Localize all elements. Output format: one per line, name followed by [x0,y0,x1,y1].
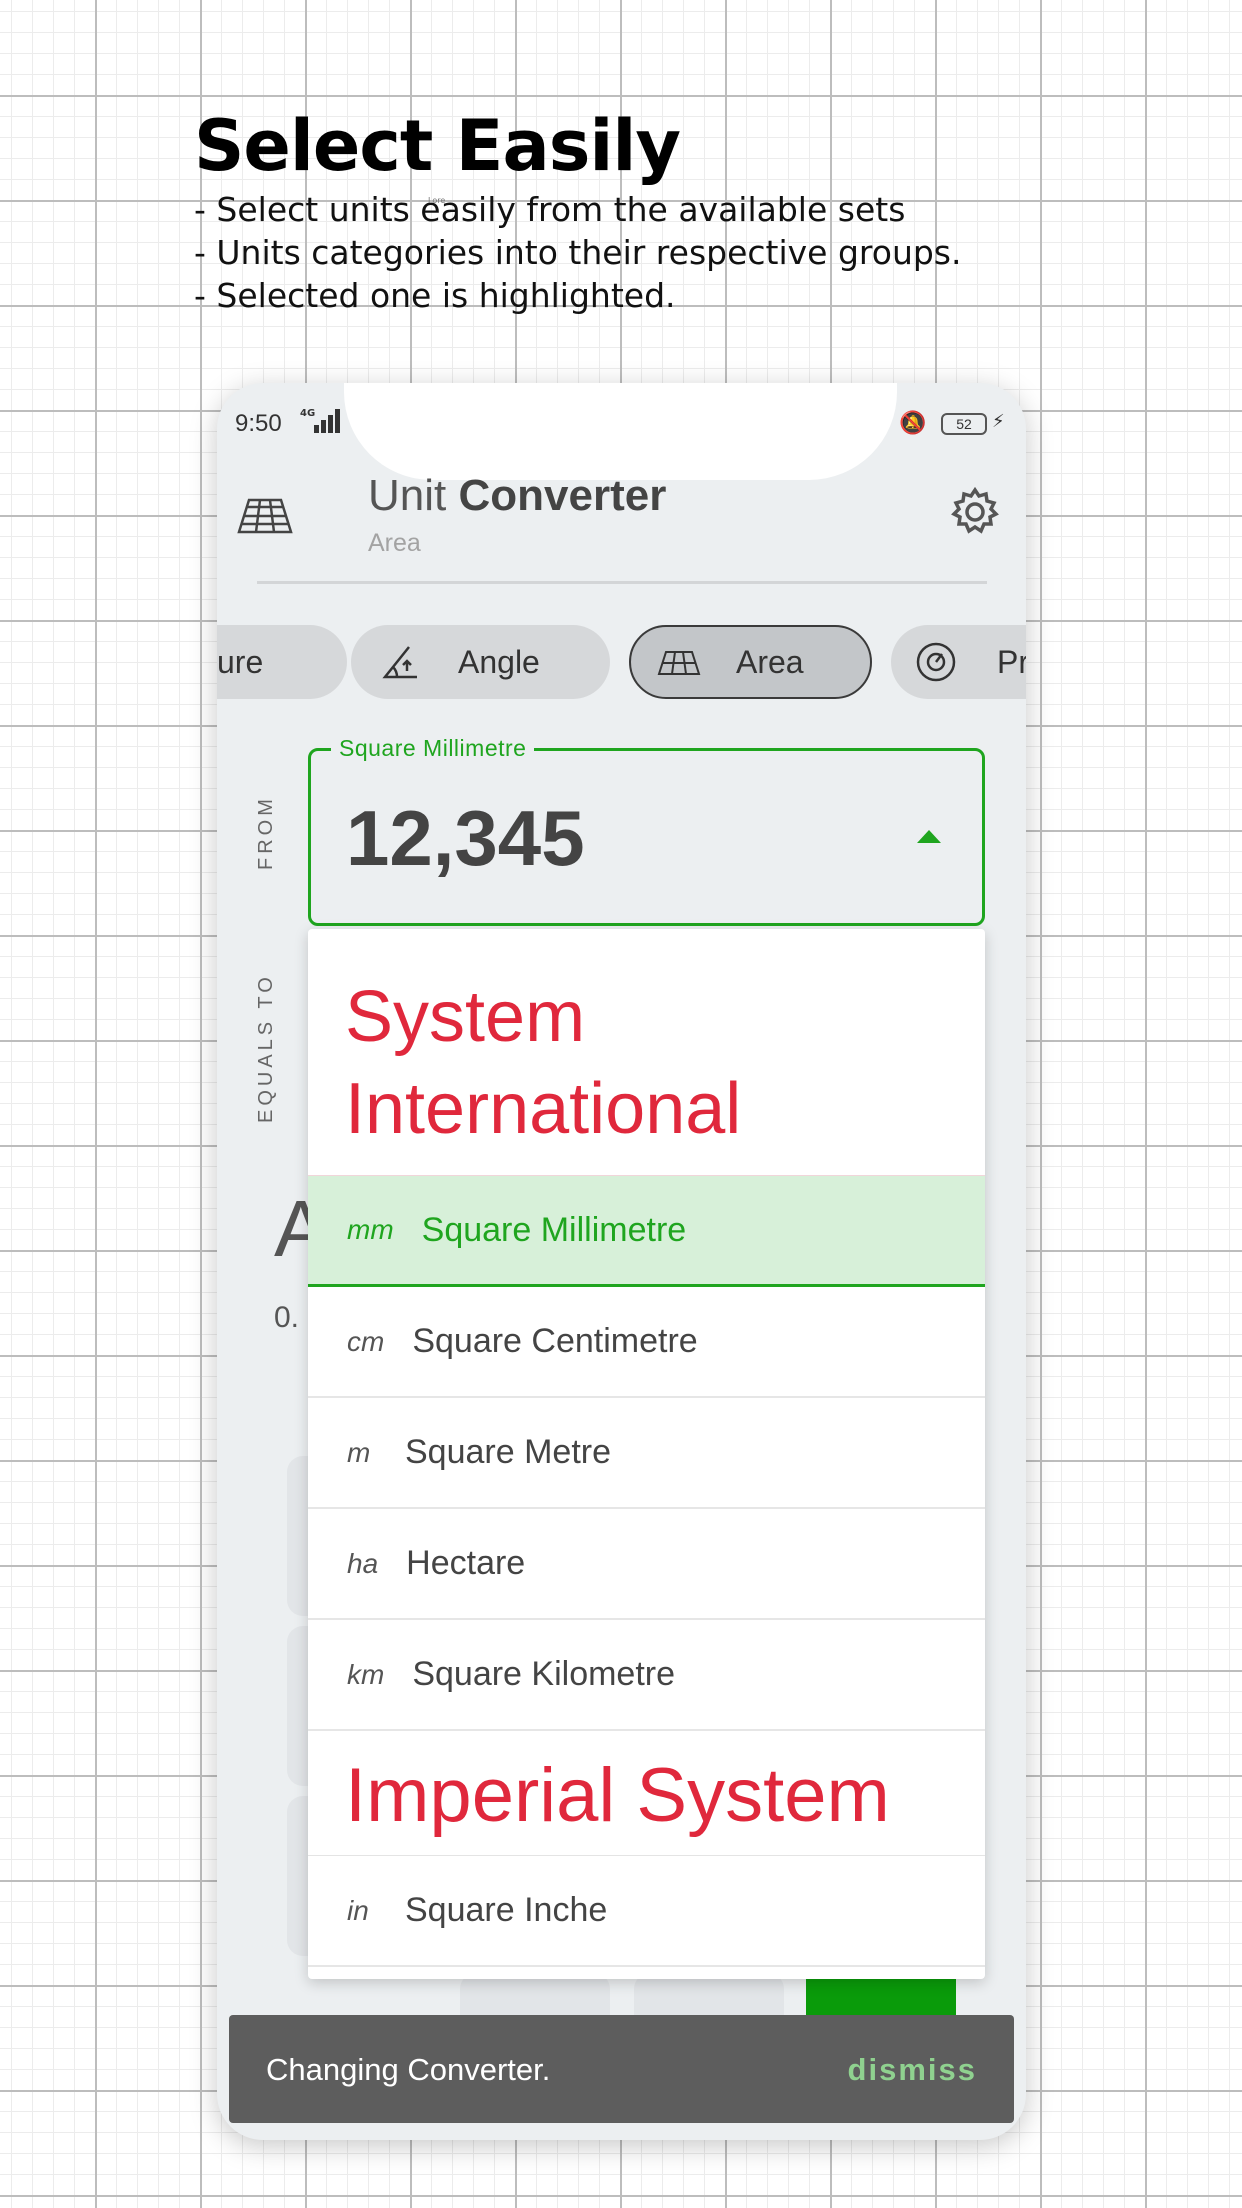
category-chip-area[interactable]: Area [629,625,872,699]
header-divider [257,581,987,584]
status-time: 9:50 [235,410,282,437]
unit-name: Square Inche [405,1891,608,1929]
unit-abbr: m [347,1436,371,1468]
app-title-light: Unit [368,471,459,520]
camera-notch [344,383,897,480]
angle-icon [382,646,417,679]
unit-option-hectare[interactable]: ha Hectare [308,1509,985,1620]
result-value: 0. [274,1301,300,1334]
from-value-field[interactable]: Square Millimetre 12,345 [308,735,985,926]
app-title: Unit Converter [368,471,666,521]
category-chip-temperature[interactable]: ure [217,625,347,699]
snackbar: Changing Converter. dismiss [229,2015,1014,2123]
promo-line-3: - Selected one is highlighted. [194,276,676,315]
area-grid-icon [237,498,293,534]
battery-icon: 52 [941,413,987,435]
equals-to-label: EQUALS TO [255,973,277,1123]
unit-name: Square Millimetre [421,1210,687,1249]
unit-abbr: ha [347,1547,379,1579]
unit-option-square-kilometre[interactable]: km Square Kilometre [308,1620,985,1731]
app-title-bold: Converter [458,471,667,520]
unit-abbr: mm [347,1214,394,1245]
category-chip-label: ure [217,643,264,680]
signal-icon [312,409,342,433]
from-value: 12,345 [346,794,585,882]
dismiss-button[interactable]: dismiss [848,2052,977,2088]
unit-option-square-inch[interactable]: in Square Inche [308,1856,985,1967]
unit-dropdown: System International mm Square Millimetr… [308,929,985,1979]
caret-up-icon[interactable] [917,830,941,843]
app-subtitle: Area [368,529,421,557]
unit-name: Square Centimetre [412,1322,698,1360]
group-header-si: System International [308,929,985,1176]
from-label: FROM [255,795,277,870]
category-chip-label: Angle [458,643,540,680]
unit-abbr: in [347,1894,369,1926]
gear-icon[interactable] [949,486,1001,538]
category-chip-angle[interactable]: Angle [351,625,610,699]
category-chip-label: Pr [997,643,1026,680]
unit-name: Square Kilometre [412,1655,676,1693]
snackbar-message: Changing Converter. [266,2052,551,2087]
promo-tiny-text: Lore [428,196,446,205]
promo-line-1: - Select units easily from the available… [194,190,906,229]
promo-text: Select Easily - Select units easily from… [194,104,1194,317]
promo-line-2: - Units categories into their respective… [194,233,962,272]
from-unit-label: Square Millimetre [331,735,535,762]
unit-name: Square Metre [405,1433,611,1471]
unit-option-square-metre[interactable]: m Square Metre [308,1398,985,1509]
category-chip-label: Area [736,643,804,680]
category-chip-pressure[interactable]: Pr [891,625,1026,699]
group-header-imperial: Imperial System [308,1731,985,1856]
charging-icon: ⚡ [992,411,1005,432]
unit-abbr: km [347,1658,385,1690]
unit-option-square-millimetre[interactable]: mm Square Millimetre [308,1176,985,1287]
bell-muted-icon: 🔕 [899,411,927,436]
pressure-gauge-icon [916,642,956,682]
unit-name: Hectare [406,1544,526,1582]
area-grid-icon [657,651,701,675]
phone-screen: 9:50 4G 🔕 52 ⚡ Unit Converter Area ure A… [217,383,1026,2140]
promo-title: Select Easily [194,105,681,187]
unit-abbr: cm [347,1325,385,1357]
unit-option-square-centimetre[interactable]: cm Square Centimetre [308,1287,985,1398]
